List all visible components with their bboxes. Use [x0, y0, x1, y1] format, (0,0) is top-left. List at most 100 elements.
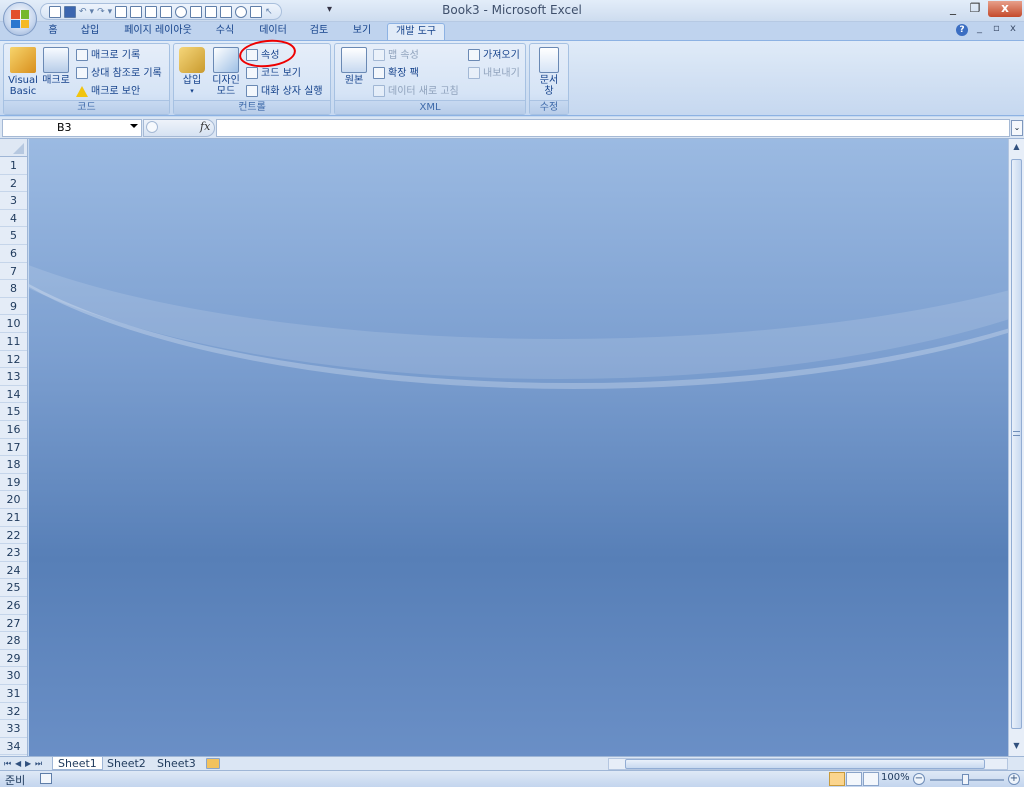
- row-header[interactable]: 23: [0, 544, 27, 562]
- tab-home[interactable]: 홈: [44, 23, 62, 40]
- vertical-scroll-thumb[interactable]: [1011, 159, 1022, 729]
- row-header[interactable]: 7: [0, 263, 27, 281]
- tab-review[interactable]: 검토: [307, 23, 331, 40]
- tab-view[interactable]: 보기: [350, 23, 374, 40]
- zoom-in-button[interactable]: +: [1008, 773, 1020, 785]
- refresh-data-button[interactable]: 데이터 새로 고침: [373, 83, 459, 99]
- row-header[interactable]: 17: [0, 439, 27, 457]
- row-header[interactable]: 19: [0, 474, 27, 492]
- record-macro-button[interactable]: 매크로 기록: [76, 47, 140, 63]
- row-header[interactable]: 34: [0, 738, 27, 756]
- scroll-up-icon[interactable]: ▲: [1011, 141, 1022, 153]
- office-button[interactable]: [3, 2, 37, 36]
- row-header[interactable]: 15: [0, 403, 27, 421]
- tab-page-layout[interactable]: 페이지 레이아웃: [120, 23, 196, 40]
- row-header[interactable]: 9: [0, 298, 27, 316]
- tab-data[interactable]: 데이터: [256, 23, 290, 40]
- row-header[interactable]: 31: [0, 685, 27, 703]
- record-macro-label: 매크로 기록: [91, 49, 141, 61]
- restore-button[interactable]: ❐: [962, 1, 988, 17]
- row-header[interactable]: 13: [0, 368, 27, 386]
- row-header[interactable]: 32: [0, 703, 27, 721]
- row-header[interactable]: 5: [0, 227, 27, 245]
- normal-view-button[interactable]: [829, 772, 845, 786]
- row-header[interactable]: 18: [0, 456, 27, 474]
- zoom-level[interactable]: 100%: [881, 772, 910, 783]
- sheet-tab-sheet3[interactable]: Sheet3: [152, 757, 201, 770]
- zoom-out-button[interactable]: −: [913, 773, 925, 785]
- document-panel-label: 문서 창: [539, 75, 559, 97]
- help-icon[interactable]: ?: [956, 24, 968, 36]
- row-header[interactable]: 2: [0, 175, 27, 193]
- visual-basic-button[interactable]: Visual Basic: [6, 47, 40, 97]
- sheet-tab-sheet2[interactable]: Sheet2: [102, 757, 151, 770]
- formula-divider-handle[interactable]: [146, 121, 158, 133]
- macro-button[interactable]: 매크로: [40, 47, 72, 86]
- page-layout-view-button[interactable]: [846, 772, 862, 786]
- macro-security-button[interactable]: 매크로 보안: [76, 83, 140, 99]
- row-header[interactable]: 11: [0, 333, 27, 351]
- tab-formulas[interactable]: 수식: [213, 23, 237, 40]
- row-header[interactable]: 24: [0, 562, 27, 580]
- ribbon: Visual Basic 매크로 매크로 기록 상대 참조로 기록 매크로 보안…: [0, 40, 1024, 116]
- insert-control-button[interactable]: 삽입 ▾: [176, 47, 208, 97]
- name-box-dropdown-icon[interactable]: [130, 124, 138, 128]
- design-mode-button[interactable]: 디자인 모드: [210, 47, 242, 97]
- doc-restore-button[interactable]: ▫: [993, 23, 1000, 34]
- horizontal-scroll-thumb[interactable]: [625, 759, 985, 769]
- row-header[interactable]: 14: [0, 386, 27, 404]
- row-header[interactable]: 4: [0, 210, 27, 228]
- row-header[interactable]: 20: [0, 491, 27, 509]
- last-sheet-icon[interactable]: ⏭: [35, 757, 42, 770]
- prev-sheet-icon[interactable]: ◀: [15, 757, 21, 770]
- run-dialog-button[interactable]: 대화 상자 실행: [246, 83, 323, 99]
- view-code-button[interactable]: 코드 보기: [246, 65, 301, 81]
- window-title: Book3 - Microsoft Excel: [442, 3, 582, 17]
- relative-reference-button[interactable]: 상대 참조로 기록: [76, 65, 162, 81]
- first-sheet-icon[interactable]: ⏮: [4, 757, 11, 770]
- row-header[interactable]: 10: [0, 315, 27, 333]
- row-header[interactable]: 29: [0, 650, 27, 668]
- row-header[interactable]: 12: [0, 351, 27, 369]
- row-header[interactable]: 16: [0, 421, 27, 439]
- doc-close-button[interactable]: x: [1010, 23, 1016, 34]
- map-properties-button[interactable]: 맵 속성: [373, 47, 419, 63]
- doc-minimize-button[interactable]: _: [977, 23, 982, 34]
- row-header[interactable]: 1: [0, 157, 27, 175]
- row-header[interactable]: 28: [0, 632, 27, 650]
- zoom-slider-knob[interactable]: [962, 774, 969, 785]
- page-break-preview-button[interactable]: [863, 772, 879, 786]
- vertical-scrollbar[interactable]: ▲ ▼: [1008, 139, 1024, 756]
- row-header[interactable]: 6: [0, 245, 27, 263]
- export-icon: [468, 67, 480, 79]
- expand-formula-bar-icon[interactable]: ⌄: [1011, 120, 1023, 136]
- insert-function-icon[interactable]: fx: [200, 120, 210, 133]
- macro-recording-icon[interactable]: [40, 773, 52, 784]
- formula-input[interactable]: [216, 119, 1010, 137]
- row-header[interactable]: 33: [0, 720, 27, 738]
- background-swoosh-highlight: [29, 139, 1008, 389]
- close-button[interactable]: x: [988, 1, 1022, 17]
- scroll-down-icon[interactable]: ▼: [1011, 740, 1022, 752]
- row-header[interactable]: 30: [0, 667, 27, 685]
- row-header[interactable]: 25: [0, 579, 27, 597]
- xml-source-button[interactable]: 원본: [339, 47, 369, 86]
- expansion-packs-button[interactable]: 확장 팩: [373, 65, 419, 81]
- row-header[interactable]: 26: [0, 597, 27, 615]
- row-header[interactable]: 21: [0, 509, 27, 527]
- row-header[interactable]: 27: [0, 615, 27, 633]
- tab-insert[interactable]: 삽입: [78, 23, 102, 40]
- import-button[interactable]: 가져오기: [468, 47, 520, 63]
- office-logo-icon: [11, 10, 29, 28]
- name-box[interactable]: B3: [2, 119, 142, 137]
- row-header[interactable]: 22: [0, 527, 27, 545]
- horizontal-scrollbar[interactable]: [608, 758, 1008, 770]
- tab-developer[interactable]: 개발 도구: [387, 23, 445, 40]
- row-header[interactable]: 8: [0, 280, 27, 298]
- row-header[interactable]: 3: [0, 192, 27, 210]
- insert-sheet-icon[interactable]: [206, 758, 220, 769]
- sheet-tab-sheet1[interactable]: Sheet1: [52, 757, 103, 770]
- document-panel-button[interactable]: 문서 창: [534, 47, 564, 97]
- next-sheet-icon[interactable]: ▶: [25, 757, 31, 770]
- export-button[interactable]: 내보내기: [468, 65, 520, 81]
